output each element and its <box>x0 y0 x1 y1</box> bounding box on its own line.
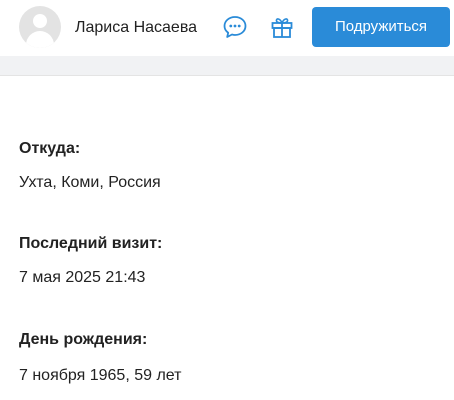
birthday-label: День рождения: <box>19 331 148 348</box>
user-name[interactable]: Лариса Насаева <box>75 18 197 38</box>
avatar[interactable] <box>19 6 61 48</box>
chat-icon[interactable] <box>221 13 249 41</box>
from-value: Ухта, Коми, Россия <box>19 174 161 191</box>
gift-icon[interactable] <box>268 13 296 41</box>
last-visit-value: 7 мая 2025 21:43 <box>19 269 146 286</box>
from-label: Откуда: <box>19 140 81 157</box>
avatar-head-shape <box>33 14 47 28</box>
section-divider <box>0 56 454 76</box>
avatar-body-shape <box>26 31 54 48</box>
add-friend-button[interactable]: Подружиться <box>312 7 450 47</box>
profile-header: Лариса Насаева Подружиться <box>0 0 454 56</box>
last-visit-label: Последний визит: <box>19 235 163 252</box>
birthday-value: 7 ноября 1965, 59 лет <box>19 367 182 384</box>
